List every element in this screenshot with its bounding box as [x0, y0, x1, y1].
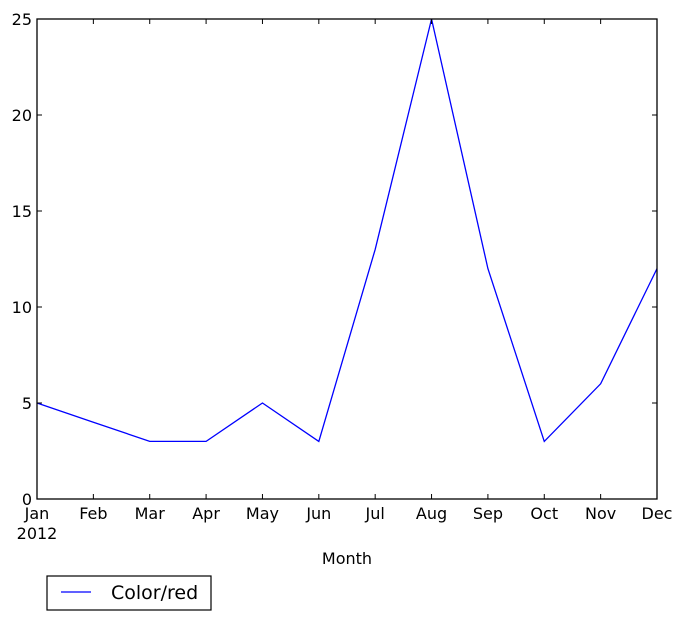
plot-area	[36, 18, 658, 443]
axes-frame	[36, 18, 658, 500]
x-tick-label: May	[246, 504, 279, 523]
x-tick-label: Jun	[305, 504, 331, 523]
y-tick-label: 0	[22, 490, 32, 509]
y-tick-label: 20	[12, 106, 32, 125]
line-chart: Jan Feb Mar Apr May Jun Jul Aug Sep Oct Nov Dec 051…	[12, 10, 673, 611]
x-tick-label: Sep	[473, 504, 503, 523]
y-tick-label: 15	[12, 202, 32, 221]
y-tick-label: 25	[12, 10, 32, 29]
x-tick-label: Oct	[530, 504, 558, 523]
x-tick-label: Feb	[79, 504, 107, 523]
x-tick-label: Mar	[135, 504, 166, 523]
x-sublabel: 2012	[17, 524, 58, 543]
x-tick-labels: Jan Feb Mar Apr May Jun Jul Aug Sep Oct Nov Dec	[24, 504, 673, 523]
x-tick-label: Aug	[416, 504, 447, 523]
ticks	[36, 18, 658, 500]
x-tick-label: Dec	[642, 504, 673, 523]
x-tick-label: Nov	[585, 504, 616, 523]
legend: Color/red	[46, 575, 212, 611]
x-tick-label: Apr	[192, 504, 220, 523]
y-tick-labels: 0 5 10 15 20 25	[12, 10, 32, 509]
x-axis-label: Month	[322, 549, 372, 568]
legend-label: Color/red	[111, 582, 198, 604]
series-line-0	[36, 18, 658, 443]
y-tick-label: 10	[12, 298, 32, 317]
x-tick-label: Jul	[365, 504, 385, 523]
y-tick-label: 5	[22, 394, 32, 413]
